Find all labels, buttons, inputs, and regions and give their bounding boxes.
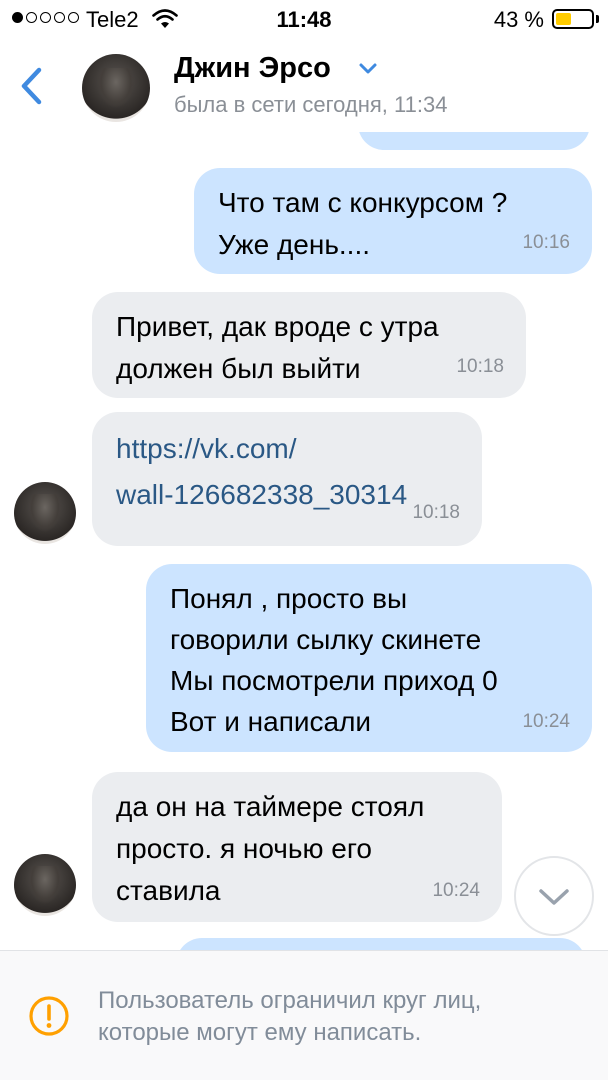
message-text: Привет, дак вроде с утра должен был выйт… [116,311,439,384]
battery-percent: 43 % [493,7,544,32]
partial-message-bottom [176,938,586,950]
message-time: 10:24 [432,880,480,901]
status-bar: Tele2 11:48 43 % [0,0,608,40]
message-link[interactable]: https://vk.com/ wall-126682338_30314 [116,426,458,518]
battery-nub [596,15,599,23]
restriction-banner: Пользователь ограничил круг лиц, которые… [0,950,608,1080]
message-bubble[interactable]: да он на таймере стоял просто. я ночью е… [92,772,502,922]
restriction-text: Пользователь ограничил круг лиц, которые… [98,987,482,1046]
scroll-down-button[interactable] [514,856,594,936]
message-time: 10:16 [522,232,570,253]
battery-fill [556,13,571,25]
back-icon[interactable] [14,64,48,108]
chat-header: Джин Эрсо была в сети сегодня, 11:34 [0,40,608,132]
contact-avatar[interactable] [82,54,150,122]
contact-name[interactable]: Джин Эрсо [174,52,331,85]
message-time: 10:18 [456,356,504,377]
last-seen-status: была в сети сегодня, 11:34 [174,92,448,117]
chevron-down-icon[interactable] [358,62,378,76]
message-bubble[interactable]: Что там с конкурсом ? Уже день.... 10:16 [194,168,592,274]
partial-message-top [358,132,590,150]
message-text: да он на таймере стоял просто. я ночью е… [116,791,425,906]
warning-icon [29,996,69,1036]
message-time: 10:18 [412,502,460,523]
message-bubble[interactable]: Понял , просто вы говорили сылку скинете… [146,564,592,752]
message-text: Понял , просто вы говорили сылку скинете… [170,583,498,737]
message-bubble[interactable]: Привет, дак вроде с утра должен был выйт… [92,292,526,398]
battery-icon [552,9,594,29]
message-text: Что там с конкурсом ? Уже день.... [218,187,508,260]
sender-avatar[interactable] [14,482,76,544]
message-list[interactable]: Что там с конкурсом ? Уже день.... 10:16… [0,132,608,950]
sender-avatar[interactable] [14,854,76,916]
message-time: 10:24 [522,711,570,732]
chevron-down-icon [539,889,569,905]
message-bubble[interactable]: https://vk.com/ wall-126682338_30314 10:… [92,412,482,546]
